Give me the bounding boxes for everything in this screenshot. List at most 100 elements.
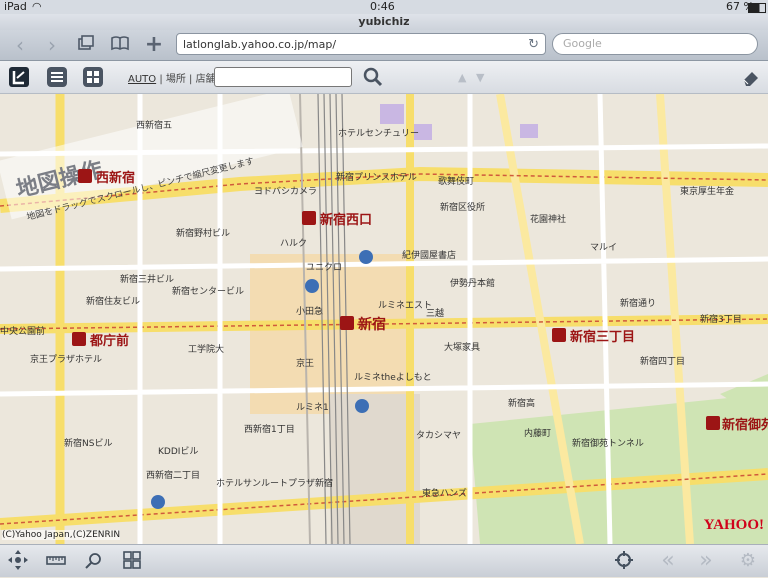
- map-label: ホテルセンチュリー: [338, 128, 419, 139]
- map-label: 伊勢丹本館: [450, 277, 495, 289]
- map-label: 小田急: [296, 305, 323, 317]
- map-label: 新宿プリンスホテル: [336, 171, 417, 183]
- url-field[interactable]: latlonglab.yahoo.co.jp/map/ ↻: [176, 33, 546, 55]
- map-label: 中央公園前: [0, 325, 45, 337]
- battery-icon: [748, 3, 766, 13]
- map-label: 新宿通り: [620, 297, 656, 309]
- map-label: 京王: [296, 357, 314, 369]
- url-text: latlonglab.yahoo.co.jp/map/: [183, 38, 337, 51]
- search-placeholder: Google: [563, 37, 602, 50]
- layers-button[interactable]: [120, 549, 144, 573]
- map-label: 新宿区役所: [440, 201, 485, 213]
- map-label: ルミネ1: [296, 402, 329, 413]
- map-label: 歌舞伎町: [438, 175, 474, 187]
- map-label: 大塚家具: [444, 341, 480, 353]
- route-shield: [151, 495, 165, 509]
- history-back-button[interactable]: «: [656, 549, 680, 573]
- magnifier-icon: [85, 553, 101, 569]
- map-label: ハルク: [280, 238, 307, 249]
- map-label: 京王プラザホテル: [30, 353, 102, 365]
- map-label: 紀伊國屋書店: [402, 249, 456, 261]
- app-logo-button[interactable]: [8, 66, 30, 88]
- mode-options[interactable]: | 場所 | 店舗: [159, 74, 215, 85]
- map-label: 新宿3丁目: [700, 313, 742, 325]
- search-button[interactable]: [362, 66, 384, 88]
- ruler-button[interactable]: [44, 549, 68, 573]
- add-button[interactable]: +: [142, 34, 166, 56]
- map-label: マルイ: [590, 243, 617, 253]
- pan-button[interactable]: [6, 549, 30, 573]
- browser-title: yubichiz: [0, 14, 768, 30]
- bookmarks-button[interactable]: [108, 34, 132, 56]
- settings-button[interactable]: ⚙: [736, 549, 760, 573]
- clock: 0:46: [370, 0, 395, 13]
- yahoo-logo: YAHOO!: [703, 517, 764, 533]
- logo-icon: [9, 67, 29, 87]
- map-label: 花園神社: [530, 213, 566, 225]
- station-label: 都庁前: [89, 333, 129, 349]
- station-label: 新宿: [358, 316, 386, 333]
- move-arrows-icon: [8, 550, 28, 570]
- list-button[interactable]: [46, 66, 68, 88]
- route-shield: [305, 279, 319, 293]
- map-label: 新宿センタービル: [172, 285, 244, 297]
- map-label: ルミネtheよしもと: [354, 372, 432, 383]
- route-shield: [359, 250, 373, 264]
- map-label: ルミネエスト: [378, 300, 432, 311]
- map-label: 新宿NSビル: [64, 437, 112, 449]
- grid-icon: [83, 67, 103, 87]
- station-label: 新宿三丁目: [570, 329, 635, 345]
- map-label: 新宿御苑トンネル: [572, 437, 644, 449]
- map-label: 東京厚生年金: [680, 185, 734, 197]
- eraser-button[interactable]: [740, 66, 762, 88]
- map-label: ホテルサンルートプラザ新宿: [216, 477, 333, 489]
- map-bottom-toolbar: « » ⚙: [0, 544, 768, 577]
- browser-navbar: ‹ › + latlonglab.yahoo.co.jp/map/ ↻ Goog…: [0, 30, 768, 61]
- map-label: 内藤町: [524, 427, 551, 439]
- map-label: 新宿高: [508, 397, 535, 409]
- map-canvas[interactable]: 地図操作 地図をドラッグでスクロールし、ピンチで縮尺変更します 新宿西口 新宿 …: [0, 94, 768, 544]
- tabs-icon: [78, 35, 94, 50]
- current-location-button[interactable]: [612, 549, 636, 573]
- prev-result-icon[interactable]: ▲: [458, 71, 466, 84]
- map-view[interactable]: 地図操作 地図をドラッグでスクロールし、ピンチで縮尺変更します 新宿西口 新宿 …: [0, 94, 768, 544]
- list-icon: [47, 67, 67, 87]
- map-toolbar: AUTO | 場所 | 店舗 ▲ ▼: [0, 61, 768, 94]
- map-label: 新宿野村ビル: [176, 227, 230, 239]
- map-copyright: (C)Yahoo Japan,(C)ZENRIN: [2, 530, 121, 540]
- station-label: 新宿御苑: [722, 417, 768, 433]
- history-forward-button[interactable]: »: [694, 549, 718, 573]
- wifi-icon: ◠: [32, 0, 42, 13]
- grid-button[interactable]: [82, 66, 104, 88]
- search-field[interactable]: Google: [552, 33, 758, 55]
- zoom-tool-button[interactable]: [82, 549, 106, 573]
- device-name: iPad: [4, 0, 27, 13]
- station-label: 新宿西口: [320, 212, 372, 228]
- route-shield: [355, 399, 369, 413]
- map-label: 新宿四丁目: [640, 355, 685, 367]
- next-result-icon[interactable]: ▼: [476, 71, 484, 84]
- map-label: ユニクロ: [306, 262, 342, 273]
- map-label: タカシマヤ: [416, 430, 461, 441]
- map-label: KDDIビル: [158, 446, 198, 457]
- search-icon: [363, 67, 383, 87]
- book-icon: [111, 36, 129, 51]
- map-label: ヨドバシカメラ: [254, 186, 317, 197]
- back-button[interactable]: ‹: [8, 34, 32, 56]
- station-label: 西新宿: [96, 170, 135, 186]
- map-label: 新宿住友ビル: [86, 295, 140, 307]
- search-mode-selector[interactable]: AUTO | 場所 | 店舗: [128, 70, 216, 85]
- mode-auto[interactable]: AUTO: [128, 74, 156, 85]
- map-label: 工学院大: [188, 343, 224, 355]
- reload-icon[interactable]: ↻: [528, 34, 539, 56]
- map-label: 西新宿二丁目: [146, 469, 200, 481]
- tabs-button[interactable]: [74, 34, 98, 56]
- eraser-icon: [743, 72, 758, 86]
- status-bar: iPad ◠ 0:46 67 %: [0, 0, 768, 14]
- ruler-icon: [46, 556, 66, 565]
- forward-button[interactable]: ›: [40, 34, 64, 56]
- map-label: 東急ハンズ: [422, 487, 467, 499]
- place-search-input[interactable]: [214, 67, 352, 87]
- map-label: 西新宿五: [136, 119, 172, 131]
- map-label: 新宿三井ビル: [120, 273, 174, 285]
